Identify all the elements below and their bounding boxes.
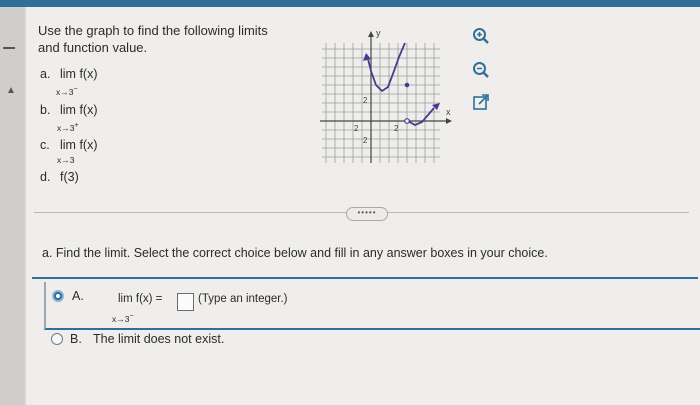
choice-a-expr: lim f(x) =	[118, 293, 163, 305]
choice-b-radio[interactable]	[51, 333, 63, 345]
curve-right	[407, 107, 435, 127]
part-d-expr: f(3)	[60, 170, 79, 184]
part-a-label: a.	[40, 67, 51, 81]
curve-left-arrow-head	[363, 53, 371, 61]
part-b: b. lim f(x)	[40, 103, 98, 117]
tick-label-pos-y: 2	[363, 96, 368, 105]
choice-a-letter: A.	[72, 289, 84, 303]
zoom-out-icon[interactable]	[472, 61, 490, 79]
choice-a[interactable]: A. lim f(x) = (Type an integer.) x→3−	[44, 282, 700, 330]
choice-a-hint: (Type an integer.)	[198, 293, 288, 305]
part-a: a. lim f(x)	[40, 67, 98, 81]
prompt-text: Use the graph to find the following limi…	[38, 23, 268, 55]
part-c-label: c.	[40, 138, 50, 152]
x-axis-label: x	[446, 107, 451, 117]
tick-label-neg-y: 2	[363, 136, 368, 145]
open-point	[404, 118, 410, 124]
answer-input[interactable]	[177, 293, 194, 311]
part-d-label: d.	[40, 170, 51, 184]
tick-label-pos-x: 2	[394, 124, 399, 133]
external-link-icon[interactable]	[472, 93, 490, 111]
part-d: d. f(3)	[40, 170, 79, 184]
part-b-expr: lim f(x)	[60, 103, 98, 117]
y-axis-label: y	[376, 28, 381, 38]
expand-button[interactable]: •••••	[346, 207, 388, 221]
choices-separator	[32, 277, 698, 279]
collapse-dash-icon[interactable]	[3, 47, 15, 49]
closed-point	[404, 82, 410, 88]
part-c-subscript: x→3	[57, 155, 75, 165]
left-strip: ▲	[0, 7, 24, 405]
choice-b-text[interactable]: The limit does not exist.	[93, 332, 224, 346]
choice-a-radio[interactable]	[52, 290, 64, 302]
left-arrow-icon[interactable]: ▲	[6, 85, 16, 96]
function-graph: y x 2 2 2 2	[320, 28, 452, 163]
part-a-expr: lim f(x)	[60, 67, 98, 81]
top-bar	[0, 0, 700, 7]
part-c: c. lim f(x)	[40, 138, 98, 152]
choice-b-letter: B.	[70, 332, 82, 346]
question-panel: Use the graph to find the following limi…	[26, 7, 700, 405]
part-a-subscript: x→3−	[56, 85, 78, 97]
y-axis-arrow	[368, 31, 374, 37]
part-c-expr: lim f(x)	[60, 138, 98, 152]
x-axis-arrow	[446, 118, 452, 124]
zoom-in-icon[interactable]	[472, 27, 490, 45]
part-b-subscript: x→3+	[57, 121, 79, 133]
axes	[320, 35, 448, 163]
part-b-label: b.	[40, 103, 51, 117]
question-text: a. Find the limit. Select the correct ch…	[42, 246, 548, 260]
choice-a-subscript: x→3−	[112, 312, 134, 324]
tick-label-neg-x: 2	[354, 124, 359, 133]
